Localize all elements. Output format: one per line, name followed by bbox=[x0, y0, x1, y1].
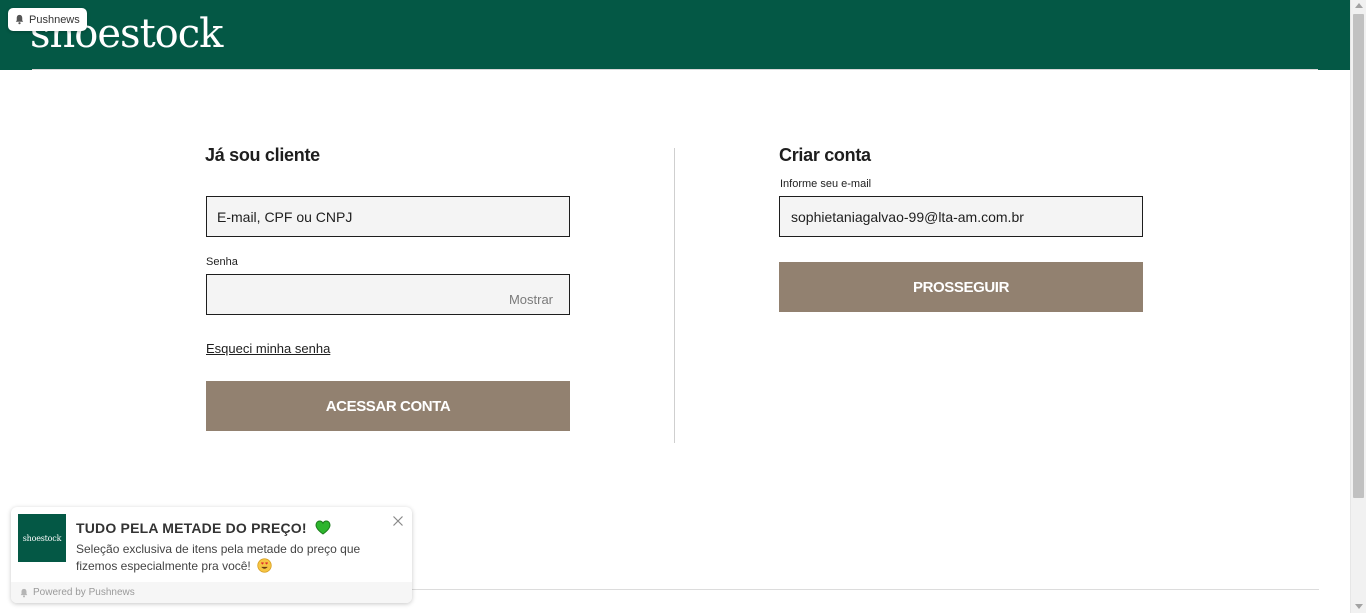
register-email-label: Informe seu e-mail bbox=[780, 178, 872, 190]
forgot-password-link[interactable]: Esqueci minha senha bbox=[206, 341, 330, 356]
password-label: Senha bbox=[206, 256, 238, 268]
green-heart-icon bbox=[315, 520, 331, 535]
login-email-placeholder: E-mail, CPF ou CNPJ bbox=[217, 208, 353, 225]
push-notification[interactable]: shoestock TUDO PELA METADE DO PREÇO! Sel… bbox=[11, 507, 412, 603]
login-title: Já sou cliente bbox=[205, 145, 320, 165]
powered-by-text: Powered by Pushnews bbox=[33, 587, 135, 598]
header-divider bbox=[32, 69, 1318, 70]
register-submit-button[interactable]: PROSSEGUIR bbox=[779, 262, 1143, 312]
show-password-button[interactable]: Mostrar bbox=[509, 292, 553, 307]
notification-body-text: Seleção exclusiva de itens pela metade d… bbox=[76, 542, 361, 573]
vertical-scrollbar[interactable] bbox=[1350, 0, 1366, 613]
pushnews-badge[interactable]: Pushnews bbox=[8, 8, 87, 31]
column-divider bbox=[674, 148, 675, 443]
pushnews-badge-label: Pushnews bbox=[29, 13, 80, 26]
footer-divider bbox=[412, 589, 1319, 590]
heart-eyes-face-icon bbox=[257, 558, 272, 573]
page: shoestock Pushnews Já sou cliente E-mail… bbox=[0, 0, 1366, 613]
password-input[interactable]: Mostrar bbox=[206, 274, 570, 315]
notification-logo: shoestock bbox=[18, 514, 66, 562]
notification-body: Seleção exclusiva de itens pela metade d… bbox=[76, 541, 396, 575]
notification-title-text: TUDO PELA METADE DO PREÇO! bbox=[76, 520, 307, 536]
site-header: shoestock bbox=[0, 0, 1350, 70]
bell-icon bbox=[15, 14, 24, 25]
notification-title: TUDO PELA METADE DO PREÇO! bbox=[76, 520, 331, 536]
login-submit-button[interactable]: ACESSAR CONTA bbox=[206, 381, 570, 431]
notification-footer: Powered by Pushnews bbox=[11, 582, 412, 603]
scroll-up-arrow-icon[interactable] bbox=[1355, 3, 1363, 8]
scroll-down-arrow-icon[interactable] bbox=[1355, 604, 1363, 609]
register-title: Criar conta bbox=[779, 145, 871, 165]
close-icon[interactable] bbox=[392, 515, 404, 527]
register-email-input[interactable]: sophietaniagalvao-99@lta-am.com.br bbox=[779, 196, 1143, 237]
scrollbar-thumb[interactable] bbox=[1353, 14, 1364, 498]
login-email-input[interactable]: E-mail, CPF ou CNPJ bbox=[206, 196, 570, 237]
register-email-value: sophietaniagalvao-99@lta-am.com.br bbox=[791, 208, 1024, 225]
bell-icon bbox=[20, 588, 28, 597]
